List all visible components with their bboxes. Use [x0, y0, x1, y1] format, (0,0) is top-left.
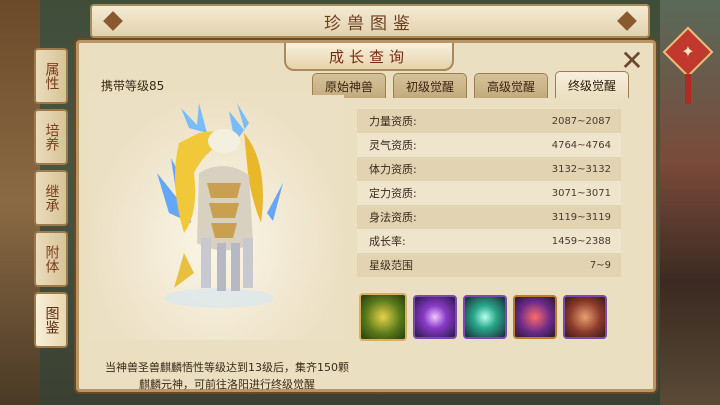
- side-tab-label: 附体: [43, 245, 60, 273]
- stats-table: 力量资质: 2087~2087 灵气资质: 4764~4764 体力资质: 3132~…: [357, 109, 621, 277]
- side-tab-label: 继承: [43, 184, 60, 212]
- side-tab-codex[interactable]: 图鉴: [34, 292, 68, 348]
- tab-primary-awaken[interactable]: 初级觉醒: [393, 73, 467, 98]
- stat-label: 成长率:: [369, 235, 406, 248]
- stat-row-stamina: 体力资质: 3132~3132: [357, 157, 621, 181]
- fist-skill-icon[interactable]: [563, 295, 607, 339]
- tassel-decoration: [685, 74, 691, 104]
- panel-title-plate: 成长查询: [284, 43, 454, 71]
- teal-burst-skill-icon[interactable]: [463, 295, 507, 339]
- stat-label: 星级范围: [369, 259, 413, 272]
- side-tab-attributes[interactable]: 属性: [34, 48, 68, 104]
- side-tab-label: 属性: [43, 62, 60, 90]
- tab-ultimate-awaken[interactable]: 终级觉醒: [555, 71, 629, 98]
- tab-advanced-awaken[interactable]: 高级觉醒: [474, 73, 548, 98]
- side-tab-bar: 属性 培养 继承 附体 图鉴: [34, 48, 68, 353]
- stat-value: 2087~2087: [551, 115, 611, 127]
- carry-level-label: 携带等级85: [101, 79, 165, 93]
- stat-value: 1459~2388: [551, 235, 611, 247]
- skill-bar: [359, 293, 607, 341]
- qilin-creature-image: [157, 103, 283, 308]
- side-tab-attach[interactable]: 附体: [34, 231, 68, 287]
- panel-title: 成长查询: [328, 47, 409, 66]
- stat-row-star-range: 星级范围 7~9: [357, 253, 621, 277]
- side-tab-label: 图鉴: [43, 306, 60, 334]
- demon-face-skill-icon[interactable]: [513, 295, 557, 339]
- knot-icon: ✦: [681, 42, 695, 61]
- stat-value: 3119~3119: [551, 211, 611, 223]
- page-title-banner: 珍兽图鉴: [90, 4, 650, 38]
- stat-row-spirit: 灵气资质: 4764~4764: [357, 133, 621, 157]
- stat-row-growth: 成长率: 1459~2388: [357, 229, 621, 253]
- stat-value: 3132~3132: [551, 163, 611, 175]
- stat-label: 力量资质:: [369, 115, 417, 128]
- side-tab-inherit[interactable]: 继承: [34, 170, 68, 226]
- book-skill-icon[interactable]: [359, 293, 407, 341]
- awaken-description: 当神兽圣兽麒麟悟性等级达到13级后，集齐150颗麒麟元神，可前往洛阳进行终级觉醒: [105, 361, 349, 391]
- stat-value: 4764~4764: [551, 139, 611, 151]
- page-title: 珍兽图鉴: [324, 13, 416, 34]
- purple-orb-skill-icon[interactable]: [413, 295, 457, 339]
- stat-label: 身法资质:: [369, 211, 417, 224]
- awakening-tabs: 原始神兽 初级觉醒 高级觉醒 终级觉醒: [312, 71, 629, 98]
- stat-row-focus: 定力资质: 3071~3071: [357, 181, 621, 205]
- creature-stage: 当神兽圣兽麒麟悟性等级达到13级后，集齐150颗麒麟元神，可前往洛阳进行终级觉醒: [89, 95, 349, 391]
- stat-value: 3071~3071: [551, 187, 611, 199]
- stat-label: 体力资质:: [369, 163, 417, 176]
- side-tab-label: 培养: [43, 123, 60, 151]
- stat-row-strength: 力量资质: 2087~2087: [357, 109, 621, 133]
- growth-query-panel: 成长查询 ✕ 携带等级85 原始神兽 初级觉醒 高级觉醒 终级觉醒 当神兽圣兽麒…: [76, 40, 656, 392]
- side-tab-training[interactable]: 培养: [34, 109, 68, 165]
- stat-row-agility: 身法资质: 3119~3119: [357, 205, 621, 229]
- stat-value: 7~9: [589, 259, 611, 271]
- stat-label: 灵气资质:: [369, 139, 417, 152]
- stat-label: 定力资质:: [369, 187, 417, 200]
